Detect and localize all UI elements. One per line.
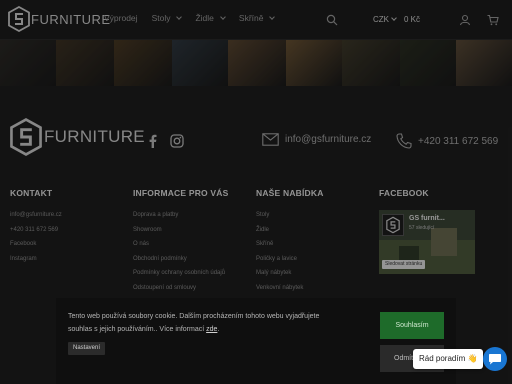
cookie-settings-button[interactable]: Nastavení: [68, 342, 106, 355]
footer-link[interactable]: Showroom: [133, 223, 251, 238]
gallery-image[interactable]: [228, 40, 286, 86]
footer-link[interactable]: Poličky a lavice: [256, 252, 374, 267]
chat-bubble-icon: [489, 354, 501, 365]
footer-link[interactable]: Instagram: [10, 252, 128, 267]
facebook-page-name[interactable]: GS furnit...: [409, 215, 445, 222]
nav-item-zidle[interactable]: Židle: [195, 13, 226, 23]
main-nav: Výprodej Stoly Židle Skříně: [104, 13, 288, 23]
gallery-image[interactable]: [400, 40, 456, 86]
footer-link[interactable]: O nás: [133, 237, 251, 252]
facebook-page-avatar: [382, 214, 404, 236]
footer-link[interactable]: Židle: [256, 223, 374, 238]
currency-label: CZK: [373, 15, 389, 24]
footer-link[interactable]: Skříně: [256, 237, 374, 252]
gallery-image[interactable]: [172, 40, 228, 86]
logo-mark-icon: [8, 6, 30, 32]
currency-select[interactable]: CZK: [373, 15, 397, 24]
nav-label: Výprodej: [104, 13, 138, 23]
footer-link[interactable]: Venkovní nábytek: [256, 281, 374, 296]
logo-text: FURNITURE: [31, 11, 111, 27]
chevron-down-icon: [176, 13, 183, 20]
logo-mark-icon: [386, 216, 400, 234]
envelope-icon: [262, 133, 279, 146]
phone-icon: [396, 133, 412, 149]
footer-link[interactable]: Stoly: [256, 208, 374, 223]
column-heading: INFORMACE PRO VÁS: [133, 188, 229, 198]
chat-widget[interactable]: Rád poradím 👋: [413, 347, 507, 371]
column-heading: KONTAKT: [10, 188, 53, 198]
footer-column-facebook: FACEBOOK: [379, 188, 497, 208]
facebook-widget[interactable]: GS furnit... 57 sledující Sledovat strán…: [379, 210, 475, 274]
footer-email-text: info@gsfurniture.cz: [285, 134, 372, 145]
gallery-image[interactable]: [56, 40, 114, 86]
footer-link[interactable]: Doprava a platby: [133, 208, 251, 223]
footer-phone-text: +420 311 672 569: [418, 135, 499, 147]
gallery-image[interactable]: [342, 40, 400, 86]
footer-link[interactable]: Podmínky ochrany osobních údajů: [133, 266, 251, 281]
footer-link[interactable]: info@gsfurniture.cz: [10, 208, 128, 223]
user-icon[interactable]: [459, 14, 471, 26]
nav-item-skrine[interactable]: Skříně: [238, 13, 276, 23]
gallery-image[interactable]: [0, 40, 56, 86]
column-heading: NAŠE NABÍDKA: [256, 188, 324, 198]
footer-logo-text: FURNITURE: [44, 127, 145, 146]
nav-label: Skříně: [238, 13, 264, 23]
gallery-image[interactable]: [456, 40, 512, 86]
gallery-image[interactable]: [286, 40, 342, 86]
chevron-down-icon: [269, 13, 276, 20]
footer-column-kontakt: KONTAKT info@gsfurniture.cz +420 311 672…: [10, 188, 128, 266]
nav-label: Židle: [195, 13, 214, 23]
footer-link[interactable]: +420 311 672 569: [10, 223, 128, 238]
footer-link[interactable]: Odstoupení od smlouvy: [133, 281, 251, 296]
nav-label: Stoly: [151, 13, 171, 23]
cart-icon[interactable]: [487, 14, 499, 26]
footer-column-informace: INFORMACE PRO VÁS Doprava a platby Showr…: [133, 188, 251, 296]
footer-column-nabidka: NAŠE NABÍDKA Stoly Židle Skříně Poličky …: [256, 188, 374, 296]
cookie-accept-button[interactable]: Souhlasím: [380, 312, 444, 339]
footer-link[interactable]: Facebook: [10, 237, 128, 252]
footer-link[interactable]: Malý nábytek: [256, 266, 374, 281]
instagram-gallery: [0, 40, 512, 86]
chevron-down-icon: [391, 15, 397, 21]
cookie-message: Tento web používá soubory cookie. Dalším…: [68, 310, 326, 336]
search-icon[interactable]: [326, 14, 338, 26]
footer-email[interactable]: info@gsfurniture.cz: [262, 133, 371, 146]
gallery-image[interactable]: [114, 40, 172, 86]
facebook-follow-button[interactable]: Sledovat stránku: [382, 260, 426, 269]
chat-open-button[interactable]: [483, 347, 507, 371]
footer-logo[interactable]: FURNITURE: [10, 118, 145, 156]
chevron-down-icon: [220, 13, 226, 20]
column-heading: FACEBOOK: [379, 188, 429, 198]
cookie-message-text: Tento web používá soubory cookie. Dalším…: [68, 313, 320, 333]
site-logo[interactable]: FURNITURE: [8, 6, 111, 32]
cookie-more-info-link[interactable]: zde: [206, 326, 217, 333]
footer-phone[interactable]: +420 311 672 569: [396, 133, 498, 149]
nav-item-stoly[interactable]: Stoly: [151, 13, 183, 23]
instagram-icon[interactable]: [170, 134, 184, 148]
logo-mark-icon: [10, 118, 42, 156]
footer-link[interactable]: Obchodní podmínky: [133, 252, 251, 267]
facebook-likes: 57 sledující: [409, 225, 435, 231]
chat-greeting[interactable]: Rád poradím 👋: [413, 349, 484, 369]
cookie-message-end: .: [217, 326, 220, 333]
facebook-icon[interactable]: [146, 134, 160, 148]
top-header: FURNITURE Výprodej Stoly Židle Skříně CZ…: [0, 0, 512, 40]
nav-item-vyprodej[interactable]: Výprodej: [104, 13, 138, 23]
cart-total: 0 Kč: [404, 15, 421, 24]
